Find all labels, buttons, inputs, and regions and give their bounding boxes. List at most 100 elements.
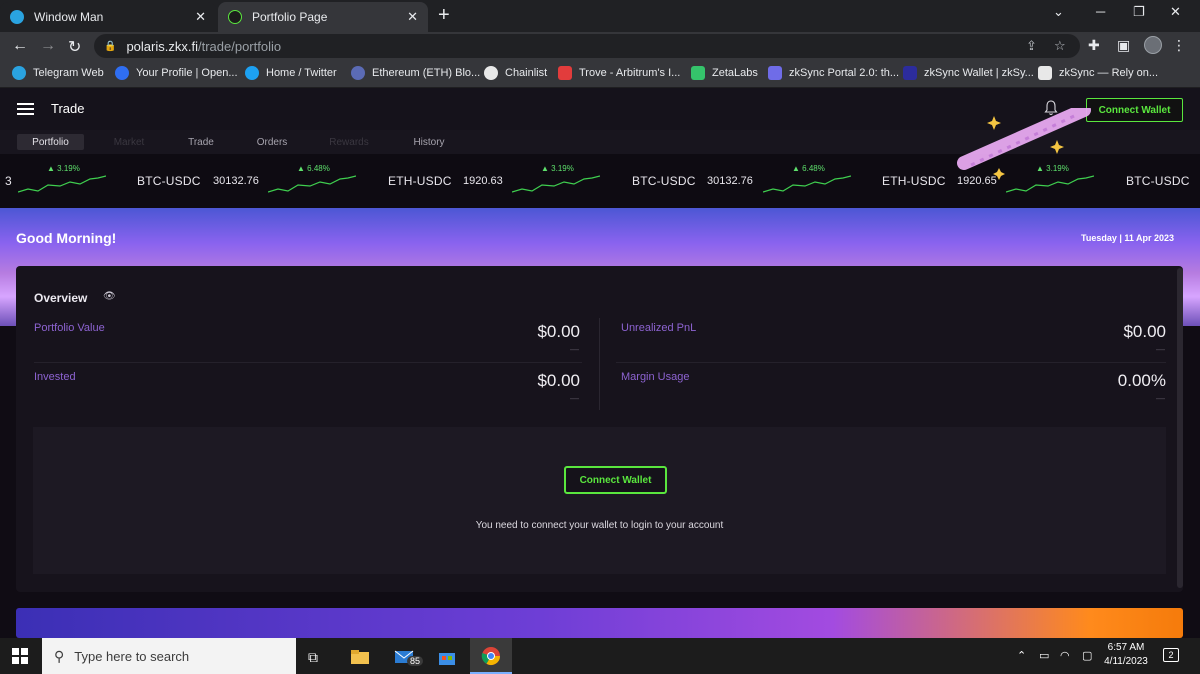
tab-market[interactable]: Market: [100, 134, 158, 150]
sparkline-chart: [763, 175, 851, 193]
bookmark-label: Trove - Arbitrum's I...: [579, 67, 681, 79]
close-tab-icon[interactable]: ✕: [407, 9, 418, 25]
tab-orders[interactable]: Orders: [243, 134, 301, 150]
trove-icon: [558, 66, 572, 80]
wifi-icon[interactable]: ◠: [1060, 649, 1070, 662]
margin-usage-label: Margin Usage: [621, 371, 690, 383]
ticker-pair: BTC-USDC: [632, 174, 696, 188]
bookmark-label: ZetaLabs: [712, 67, 758, 79]
tab-rewards[interactable]: Rewards: [320, 134, 378, 150]
bookmark-star-icon[interactable]: ☆: [1054, 38, 1066, 54]
margin-usage-value: 0.00%: [1117, 371, 1166, 390]
invested-label: Invested: [34, 371, 76, 383]
etherscan-icon: [351, 66, 365, 80]
tab-portfolio-page[interactable]: Portfolio Page ✕: [218, 2, 428, 32]
hamburger-menu-icon[interactable]: [17, 103, 34, 115]
ticker-pair: ETH-USDC: [388, 174, 452, 188]
chainlist-icon: [484, 66, 498, 80]
promo-banner: [16, 608, 1183, 638]
tab-title: Portfolio Page: [252, 10, 328, 24]
share-icon[interactable]: ⇪: [1026, 38, 1037, 54]
ticker-price: 1920.63: [463, 175, 503, 187]
bookmark-zksync-wallet[interactable]: zkSync Wallet | zkSy...: [903, 66, 1034, 80]
connect-wallet-button[interactable]: Connect Wallet: [564, 466, 667, 494]
notifications-icon[interactable]: 2: [1163, 648, 1179, 662]
browser-menu-icon[interactable]: ⋮: [1172, 37, 1186, 54]
url-input[interactable]: 🔒 polaris.zkx.fi/trade/portfolio: [94, 34, 1080, 58]
telegram-icon: [12, 66, 26, 80]
page-scrollbar[interactable]: [1177, 268, 1183, 588]
tab-window-man[interactable]: Window Man ✕: [0, 2, 216, 32]
minimize-icon[interactable]: ─: [1096, 4, 1105, 19]
opensea-icon: [115, 66, 129, 80]
unrealized-pnl-value: $0.00: [1123, 322, 1166, 341]
metric-column-divider: [599, 318, 600, 410]
app-title: Trade: [51, 101, 85, 116]
forward-arrow-icon[interactable]: →: [40, 37, 56, 55]
address-bar-row: ← → ↻ 🔒 polaris.zkx.fi/trade/portfolio ⇪…: [0, 32, 1200, 60]
bookmark-label: Chainlist: [505, 67, 548, 79]
bookmark-zksync-portal[interactable]: zkSync Portal 2.0: th...: [768, 66, 899, 80]
back-arrow-icon[interactable]: ←: [12, 37, 28, 55]
bookmark-label: Telegram Web: [33, 67, 104, 79]
overview-title: Overview: [34, 291, 88, 305]
clock-time: 6:57 AM: [1107, 642, 1145, 653]
connect-wallet-panel: Connect Wallet You need to connect your …: [33, 427, 1166, 574]
telegram-icon: [10, 10, 24, 24]
bookmark-twitter[interactable]: Home / Twitter: [245, 66, 337, 80]
tab-history[interactable]: History: [398, 134, 460, 150]
battery-icon[interactable]: ▭: [1039, 649, 1049, 662]
bookmark-telegram[interactable]: Telegram Web: [12, 66, 104, 80]
file-explorer-icon[interactable]: [350, 647, 370, 667]
invested-change: —: [570, 393, 579, 403]
chrome-taskbar-button[interactable]: [470, 638, 512, 674]
store-icon[interactable]: [437, 647, 457, 667]
bookmark-label: Home / Twitter: [266, 67, 337, 79]
bookmark-chainlist[interactable]: Chainlist: [484, 66, 547, 80]
eye-icon[interactable]: 👁: [103, 291, 116, 302]
taskbar-search-input[interactable]: ⚲ Type here to search: [42, 638, 296, 674]
overview-card: Overview 👁 Portfolio Value $0.00 — Unrea…: [16, 266, 1183, 592]
decorative-spiral-image: [957, 108, 1091, 180]
bookmark-etherscan[interactable]: Ethereum (ETH) Blo...: [351, 66, 480, 80]
metric-divider: [34, 362, 582, 363]
unrealized-pnl-label: Unrealized PnL: [621, 322, 697, 334]
ticker-price: 30132.76: [707, 175, 753, 187]
task-view-icon[interactable]: ⧉: [308, 649, 318, 666]
windows-start-icon[interactable]: [12, 648, 28, 664]
tab-portfolio[interactable]: Portfolio: [17, 134, 84, 150]
restore-icon[interactable]: ❐: [1133, 4, 1145, 20]
new-tab-button[interactable]: +: [438, 4, 450, 27]
date-text: Tuesday | 11 Apr 2023: [1081, 233, 1175, 243]
windows-taskbar: ⚲ Type here to search ⧉ 85 ⌃ ▭ ◠ ▢ 6:57 …: [0, 638, 1200, 674]
extensions-puzzle-icon[interactable]: ✚: [1088, 37, 1100, 54]
bookmark-zksync-rely[interactable]: zkSync — Rely on...: [1038, 66, 1158, 80]
ticker-pair: ETH-USDC: [882, 174, 946, 188]
close-tab-icon[interactable]: ✕: [195, 9, 206, 25]
profile-avatar[interactable]: [1144, 36, 1162, 54]
close-window-icon[interactable]: ✕: [1170, 4, 1181, 20]
tab-trade[interactable]: Trade: [172, 134, 230, 150]
zksync-rely-icon: [1038, 66, 1052, 80]
bookmark-trove[interactable]: Trove - Arbitrum's I...: [558, 66, 680, 80]
portfolio-value: $0.00: [537, 322, 580, 341]
system-clock[interactable]: 6:57 AM 4/11/2023: [1100, 641, 1152, 669]
sparkline-chart: [268, 175, 356, 193]
portfolio-value-label: Portfolio Value: [34, 322, 105, 334]
tray-chevron-icon[interactable]: ⌃: [1017, 649, 1026, 662]
meet-now-icon[interactable]: ▢: [1082, 649, 1092, 662]
reload-icon[interactable]: ↻: [68, 37, 81, 57]
search-icon: ⚲: [54, 647, 65, 664]
bookmark-profile[interactable]: Your Profile | Open...: [115, 66, 238, 80]
zetalabs-icon: [691, 66, 705, 80]
sparkle-icon: [993, 168, 1005, 180]
tab-search-chevron-icon[interactable]: ⌄: [1053, 4, 1064, 20]
portfolio-page: Trade Connect Wallet Portfolio Market Tr…: [0, 88, 1200, 638]
url-path: /trade/portfolio: [197, 38, 282, 54]
bookmark-zetalabs[interactable]: ZetaLabs: [691, 66, 758, 80]
side-panel-icon[interactable]: ▣: [1117, 37, 1130, 54]
sparkline-chart: [512, 175, 600, 193]
ticker-fragment: 3: [5, 174, 12, 188]
unrealized-pnl-change: —: [1156, 344, 1165, 354]
connect-wallet-header-button[interactable]: Connect Wallet: [1086, 98, 1183, 122]
